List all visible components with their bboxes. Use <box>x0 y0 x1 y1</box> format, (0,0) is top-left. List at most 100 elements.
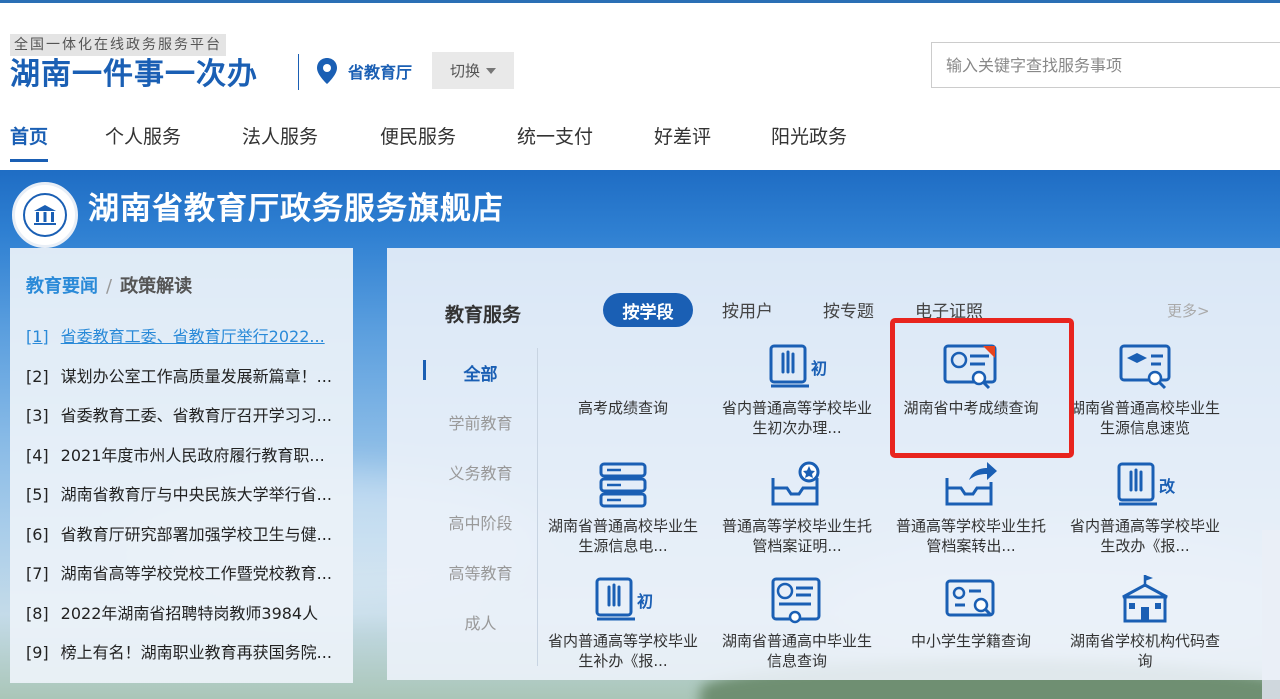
service-label: 中小学生学籍查询 <box>910 632 1031 650</box>
service-tile[interactable]: 湖南省普通高校毕业生生源信息速览 <box>1065 340 1225 438</box>
top-line <box>0 0 1280 3</box>
news-text: 省委教育工委、省教育厅召开学习习... <box>60 406 332 425</box>
hand-first-icon: 初 <box>769 344 827 388</box>
emblem-icon <box>23 193 67 237</box>
news-num: [8] <box>26 603 49 623</box>
tab-by-topic[interactable]: 按专题 <box>823 297 874 322</box>
news-text: 2021年度市州人民政府履行教育职... <box>60 445 325 465</box>
service-tile[interactable]: 高考成绩查询 <box>543 340 703 438</box>
service-label: 高考成绩查询 <box>577 399 668 417</box>
news-num: [7] <box>26 564 49 583</box>
service-label: 湖南省普通高校毕业生生源信息电... <box>547 517 698 555</box>
svg-text:初: 初 <box>811 359 827 378</box>
location-name: 省教育厅 <box>348 63 413 82</box>
category-compulsory[interactable]: 义务教育 <box>423 460 538 484</box>
news-text: 谋划办公室工作高质量发展新篇章！... <box>60 366 332 386</box>
news-item[interactable]: [9] 榜上有名！湖南职业教育再获国务院... <box>26 639 348 679</box>
service-tile[interactable]: 中小学生学籍查询 <box>891 573 1051 671</box>
news-text: 省教育厅研究部署加强学校卫生与健... <box>60 524 332 544</box>
services-heading: 教育服务 <box>445 304 522 326</box>
nav-personal[interactable]: 个人服务 <box>105 118 181 168</box>
news-num: [5] <box>26 485 49 504</box>
news-item[interactable]: [5] 湖南省教育厅与中央民族大学举行省... <box>26 481 348 521</box>
category-adult[interactable]: 成人 <box>423 610 538 634</box>
high-school-cert-icon <box>771 577 821 624</box>
books-icon <box>599 462 647 508</box>
category-preschool[interactable]: 学前教育 <box>423 410 538 434</box>
tray-star-icon <box>771 461 820 506</box>
category-higher-ed[interactable]: 高等教育 <box>423 560 538 584</box>
nav-home[interactable]: 首页 <box>10 118 49 168</box>
news-item[interactable]: [7] 湖南省高等学校党校工作暨党校教育... <box>26 560 348 600</box>
student-id-search-icon <box>945 579 995 617</box>
location-pin-icon <box>317 58 337 84</box>
news-panel: 教育要闻 / 政策解读 [1] 省委教育工委、省教育厅举行2022... [2] 谋划办… <box>10 248 353 683</box>
site-title: 湖南一件事一次办 <box>10 57 258 92</box>
news-text: 湖南省教育厅与中央民族大学举行省... <box>60 485 332 504</box>
tab-separator: / <box>106 276 113 297</box>
tab-by-stage[interactable]: 按学段 <box>603 293 693 327</box>
more-link[interactable]: 更多> <box>1167 300 1210 321</box>
tab-policy[interactable]: 政策解读 <box>120 276 192 297</box>
service-tile[interactable]: 初 省内普通高等学校毕业生补办《报... <box>543 573 703 671</box>
nav-payment[interactable]: 统一支付 <box>517 118 593 168</box>
site-brand[interactable]: 全国一体化在线政务服务平台 湖南一件事一次办 <box>10 34 258 93</box>
service-label: 普通高等学校毕业生托管档案证明... <box>721 517 872 555</box>
tab-education-news[interactable]: 教育要闻 <box>26 276 98 297</box>
caret-down-icon <box>486 67 496 74</box>
news-tabs: 教育要闻 / 政策解读 <box>26 272 192 298</box>
news-item[interactable]: [2] 谋划办公室工作高质量发展新篇章！... <box>26 363 348 403</box>
search-box[interactable] <box>931 42 1280 88</box>
graduate-cert-icon <box>1119 344 1171 390</box>
category-all[interactable]: 全部 <box>423 360 538 385</box>
news-text: 2022年湖南省招聘特岗教师3984人 <box>60 603 319 623</box>
header-divider <box>298 54 299 90</box>
education-services-panel: 教育服务 按学段 按用户 按专题 电子证照 更多> 全部 学前教育 义务教育 高… <box>387 248 1280 680</box>
news-item[interactable]: [1] 省委教育工委、省教育厅举行2022... <box>26 323 348 363</box>
search-input[interactable] <box>932 43 1280 87</box>
tray-forward-icon <box>945 462 997 506</box>
service-tile[interactable]: 湖南省普通高中毕业生信息查询 <box>717 573 877 671</box>
service-tile[interactable]: 初 省内普通高等学校毕业生初次办理... <box>717 340 877 438</box>
category-high-school[interactable]: 高中阶段 <box>423 510 538 534</box>
service-tile[interactable]: 改 省内普通高等学校毕业生改办《报... <box>1065 458 1225 556</box>
service-label: 湖南省普通高中毕业生信息查询 <box>721 632 872 670</box>
service-label: 湖南省普通高校毕业生生源信息速览 <box>1069 399 1220 437</box>
service-label: 省内普通高等学校毕业生补办《报... <box>547 632 698 670</box>
nav-rating[interactable]: 好差评 <box>654 118 711 168</box>
service-label: 湖南省学校机构代码查询 <box>1069 632 1220 670</box>
svg-text:改: 改 <box>1159 477 1176 496</box>
nav-legal[interactable]: 法人服务 <box>242 118 318 168</box>
news-num: [4] <box>26 445 49 465</box>
news-text: 省委教育工委、省教育厅举行2022... <box>60 327 325 346</box>
main-nav: 首页 个人服务 法人服务 便民服务 统一支付 好差评 阳光政务 <box>0 118 1280 168</box>
nav-sunshine[interactable]: 阳光政务 <box>771 118 847 168</box>
news-item[interactable]: [3] 省委教育工委、省教育厅召开学习习... <box>26 402 348 442</box>
switch-location-button[interactable]: 切换 <box>432 52 514 89</box>
news-item[interactable]: [6] 省教育厅研究部署加强学校卫生与健... <box>26 521 348 561</box>
service-tile[interactable]: 湖南省学校机构代码查询 <box>1065 573 1225 671</box>
news-num: [3] <box>26 406 49 425</box>
service-tile[interactable]: 普通高等学校毕业生托管档案证明... <box>717 458 877 556</box>
location: 省教育厅 <box>316 57 412 85</box>
category-list: 全部 学前教育 义务教育 高中阶段 高等教育 成人 <box>423 348 538 666</box>
service-label: 普通高等学校毕业生托管档案转出... <box>895 517 1046 555</box>
news-item[interactable]: [4] 2021年度市州人民政府履行教育职... <box>26 442 348 482</box>
service-label: 省内普通高等学校毕业生初次办理... <box>721 399 872 437</box>
tab-by-user[interactable]: 按用户 <box>722 297 773 322</box>
score-query-icon <box>591 340 655 394</box>
switch-label: 切换 <box>449 62 480 80</box>
news-num: [1] <box>26 327 49 346</box>
nav-convenience[interactable]: 便民服务 <box>380 118 456 168</box>
news-num: [2] <box>26 366 49 386</box>
school-building-icon <box>1122 575 1168 623</box>
highlight-box <box>890 318 1074 458</box>
hand-change-icon: 改 <box>1117 462 1176 506</box>
service-tile[interactable]: 普通高等学校毕业生托管档案转出... <box>891 458 1051 556</box>
news-text: 湖南省高等学校党校工作暨党校教育... <box>60 564 332 583</box>
store-banner: 湖南省教育厅政务服务旗舰店 教育要闻 / 政策解读 [1] 省委教育工委、省教育厅举行… <box>0 170 1280 699</box>
service-tile[interactable]: 湖南省普通高校毕业生生源信息电... <box>543 458 703 556</box>
news-num: [9] <box>26 643 49 662</box>
news-item[interactable]: [8] 2022年湖南省招聘特岗教师3984人 <box>26 600 348 640</box>
department-logo <box>12 182 78 248</box>
